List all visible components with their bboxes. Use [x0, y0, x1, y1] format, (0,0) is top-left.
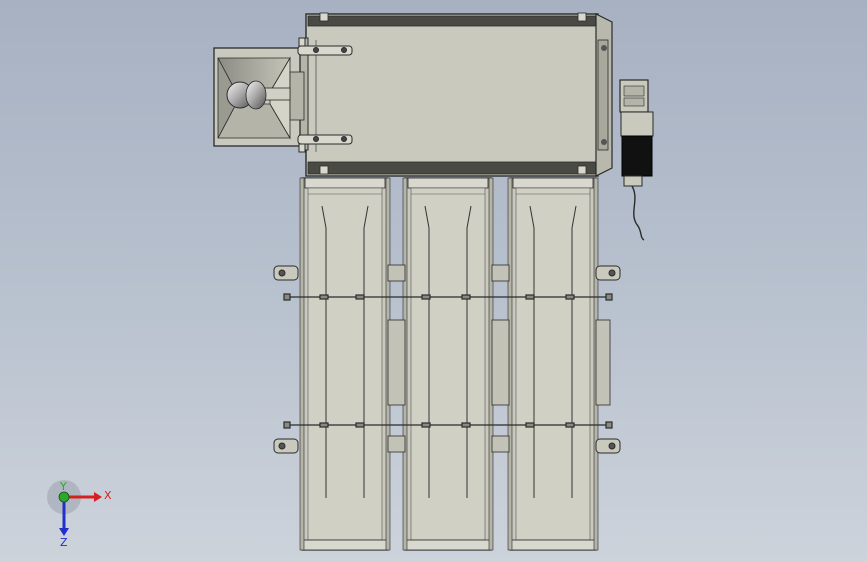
y-axis-label: Y — [59, 480, 67, 493]
machine-assembly-model[interactable] — [0, 0, 867, 562]
y-axis-dot — [58, 491, 70, 503]
z-axis-label: Z — [60, 536, 68, 548]
z-axis-arrowhead — [59, 528, 69, 536]
feed-hopper[interactable] — [213, 37, 309, 151]
motor-cable — [631, 185, 645, 241]
main-housing[interactable] — [305, 12, 599, 177]
gearbox[interactable] — [619, 79, 649, 113]
x-axis-arrowhead — [94, 492, 102, 502]
end-flange — [595, 13, 613, 177]
cad-viewport[interactable]: X Y Z — [0, 0, 867, 562]
conveyor-module-2[interactable] — [402, 177, 494, 551]
drive-motor[interactable] — [620, 111, 654, 187]
conveyor-module-1[interactable] — [299, 177, 391, 551]
conveyor-module-3[interactable] — [507, 177, 599, 551]
x-axis-label: X — [104, 489, 112, 502]
orientation-triad[interactable]: X Y Z — [40, 478, 130, 548]
